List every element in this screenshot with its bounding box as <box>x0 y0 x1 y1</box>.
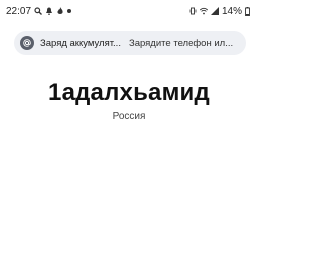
at-sign-icon <box>20 36 34 50</box>
notification-icon <box>45 7 53 15</box>
wifi-icon <box>199 7 209 15</box>
dot-icon <box>67 9 72 13</box>
status-bar-right: 14% <box>189 6 258 17</box>
low-battery-notification[interactable]: Заряд аккумулят... Зарядите телефон ил..… <box>14 31 246 55</box>
status-time: 22:07 <box>6 5 32 17</box>
notification-text: Зарядите телефон ил... <box>128 37 234 49</box>
signal-icon <box>210 7 219 15</box>
status-bar: 22:07 14% <box>0 0 258 22</box>
profile-country: Россия <box>112 111 146 122</box>
battery-percent: 14% <box>221 5 242 17</box>
battery-icon <box>245 7 250 16</box>
status-bar-left: 22:07 <box>0 5 72 17</box>
notification-title: Заряд аккумулят... <box>40 37 121 49</box>
fire-icon <box>56 7 64 15</box>
vibrate-icon <box>189 7 197 15</box>
profile-name: 1адалхьамид <box>48 79 210 106</box>
search-icon <box>34 7 42 15</box>
